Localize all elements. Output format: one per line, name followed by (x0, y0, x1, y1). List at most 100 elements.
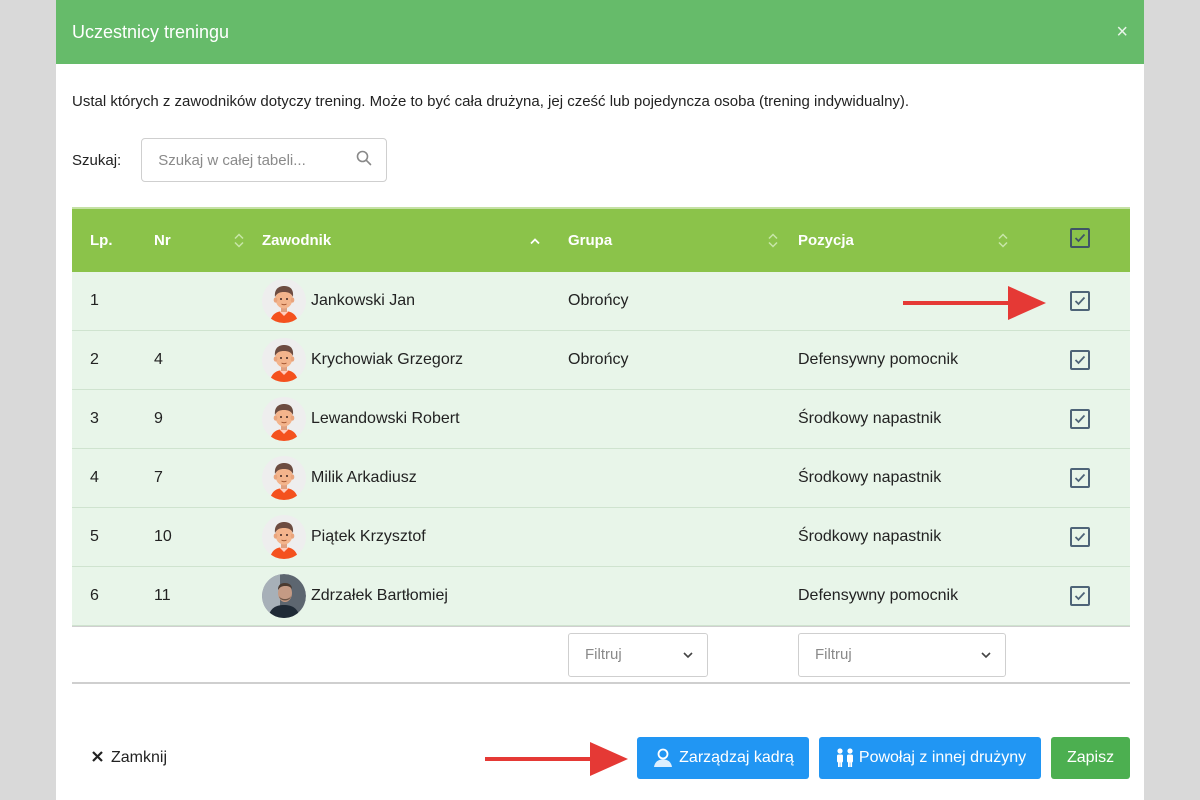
row-position-value: Defensywny pomocnik (798, 587, 959, 604)
row-checkbox[interactable] (1070, 291, 1090, 311)
row-group (568, 508, 798, 566)
row-select (1030, 567, 1130, 625)
modal-description: Ustal których z zawodników dotyczy treni… (72, 93, 910, 110)
row-position-value: Defensywny pomocnik (798, 351, 959, 368)
row-group-value: Obrońcy (568, 351, 629, 368)
row-checkbox[interactable] (1070, 527, 1090, 547)
column-lp[interactable]: Lp. (72, 209, 154, 272)
row-position-value: Środkowy napastnik (798, 528, 942, 545)
player-name: Krychowiak Grzegorz (311, 351, 464, 368)
row-lp-value: 3 (90, 410, 99, 427)
close-icon (92, 749, 103, 767)
call-up-button[interactable]: Powołaj z innej drużyny (819, 737, 1041, 779)
row-position: Defensywny pomocnik (798, 331, 1030, 389)
row-nr: 10 (154, 508, 262, 566)
select-all-checkbox[interactable] (1070, 227, 1090, 248)
row-player: Krychowiak Grzegorz (262, 331, 568, 389)
player-name: Zdrzałek Bartłomiej (311, 587, 448, 604)
row-lp: 3 (72, 390, 154, 448)
close-icon[interactable]: × (1116, 22, 1128, 42)
user-icon (652, 748, 674, 768)
filter-row: Filtruj Filtruj (72, 626, 1130, 684)
row-player: Lewandowski Robert (262, 390, 568, 448)
column-nr[interactable]: Nr (154, 209, 262, 272)
row-lp-value: 5 (90, 528, 99, 545)
row-position: Defensywny pomocnik (798, 567, 1030, 625)
row-nr-value: 4 (154, 351, 163, 368)
row-group-value: Obrońcy (568, 292, 629, 309)
row-select (1030, 331, 1130, 389)
save-button[interactable]: Zapisz (1051, 737, 1130, 779)
row-player: Piątek Krzysztof (262, 508, 568, 566)
table-row[interactable]: 6 11 Zdrzałek Bartłomiej Defensywny pomocni… (72, 567, 1130, 626)
table-body: 1 Jankowski Jan Obrońcy 2 4 Krychowiak Grzego… (72, 272, 1130, 626)
search-input[interactable] (156, 150, 341, 170)
row-lp: 2 (72, 331, 154, 389)
row-lp-value: 2 (90, 351, 99, 368)
sort-icon (234, 232, 244, 249)
close-button[interactable]: Zamknij (92, 737, 167, 779)
row-select (1030, 449, 1130, 507)
table-row[interactable]: 5 10 Piątek Krzysztof Środkowy napastnik (72, 508, 1130, 567)
save-label: Zapisz (1066, 749, 1115, 766)
row-select (1030, 390, 1130, 448)
avatar (262, 338, 306, 382)
row-lp: 4 (72, 449, 154, 507)
column-player-label: Zawodnik (262, 232, 332, 249)
avatar (262, 397, 306, 441)
sort-ascending-icon (530, 236, 540, 245)
row-checkbox[interactable] (1070, 350, 1090, 370)
row-nr-value: 7 (154, 469, 163, 486)
avatar (262, 574, 306, 618)
annotation-arrow-icon (485, 742, 628, 776)
search-row: Szukaj: (72, 138, 388, 182)
position-filter-select[interactable]: Filtruj (798, 632, 1006, 677)
column-player[interactable]: Zawodnik (262, 209, 568, 272)
row-group (568, 567, 798, 625)
row-position: Środkowy napastnik (798, 508, 1030, 566)
manage-squad-button[interactable]: Zarządzaj kadrą (637, 737, 809, 779)
avatar (262, 279, 306, 323)
row-nr-value: 10 (154, 528, 172, 545)
table-row[interactable]: 4 7 Milik Arkadiusz Środkowy napastnik (72, 449, 1130, 508)
row-lp: 6 (72, 567, 154, 625)
row-checkbox[interactable] (1070, 586, 1090, 606)
row-lp-value: 1 (90, 292, 99, 309)
avatar (262, 515, 306, 559)
column-group[interactable]: Grupa (568, 209, 798, 272)
row-group: Obrońcy (568, 272, 798, 330)
manage-squad-label: Zarządzaj kadrą (679, 749, 794, 766)
row-group (568, 390, 798, 448)
close-button-label: Zamknij (111, 749, 168, 766)
row-group (568, 449, 798, 507)
row-nr (154, 272, 262, 330)
table-row[interactable]: 3 9 Lewandowski Robert Środkowy napastnik (72, 390, 1130, 449)
player-name: Piątek Krzysztof (311, 528, 426, 545)
row-group: Obrońcy (568, 331, 798, 389)
column-group-label: Grupa (568, 232, 613, 249)
search-field[interactable] (141, 138, 388, 182)
group-filter-select[interactable]: Filtruj (568, 632, 708, 677)
row-checkbox[interactable] (1070, 409, 1090, 429)
row-lp-value: 4 (90, 469, 99, 486)
row-select (1030, 508, 1130, 566)
row-player: Zdrzałek Bartłomiej (262, 567, 568, 625)
chevron-down-icon (981, 646, 991, 663)
column-lp-label: Lp. (90, 232, 113, 249)
player-name: Lewandowski Robert (311, 410, 460, 427)
row-lp-value: 6 (90, 587, 99, 604)
table-row[interactable]: 2 4 Krychowiak Grzegorz Obrońcy Defensywny p… (72, 331, 1130, 390)
column-position[interactable]: Pozycja (798, 209, 1030, 272)
position-filter-label: Filtruj (815, 646, 852, 663)
sort-icon (998, 232, 1008, 249)
row-checkbox[interactable] (1070, 468, 1090, 488)
row-nr-value: 11 (154, 587, 171, 604)
row-nr: 7 (154, 449, 262, 507)
row-lp: 1 (72, 272, 154, 330)
players-table: Lp. Nr Zawodnik Grupa Pozycja 1 Jankowsk… (72, 207, 1130, 684)
player-name: Milik Arkadiusz (311, 469, 417, 486)
row-nr-value: 9 (154, 410, 163, 427)
call-up-label: Powołaj z innej drużyny (858, 749, 1027, 766)
avatar (262, 456, 306, 500)
search-label: Szukaj: (72, 151, 122, 169)
